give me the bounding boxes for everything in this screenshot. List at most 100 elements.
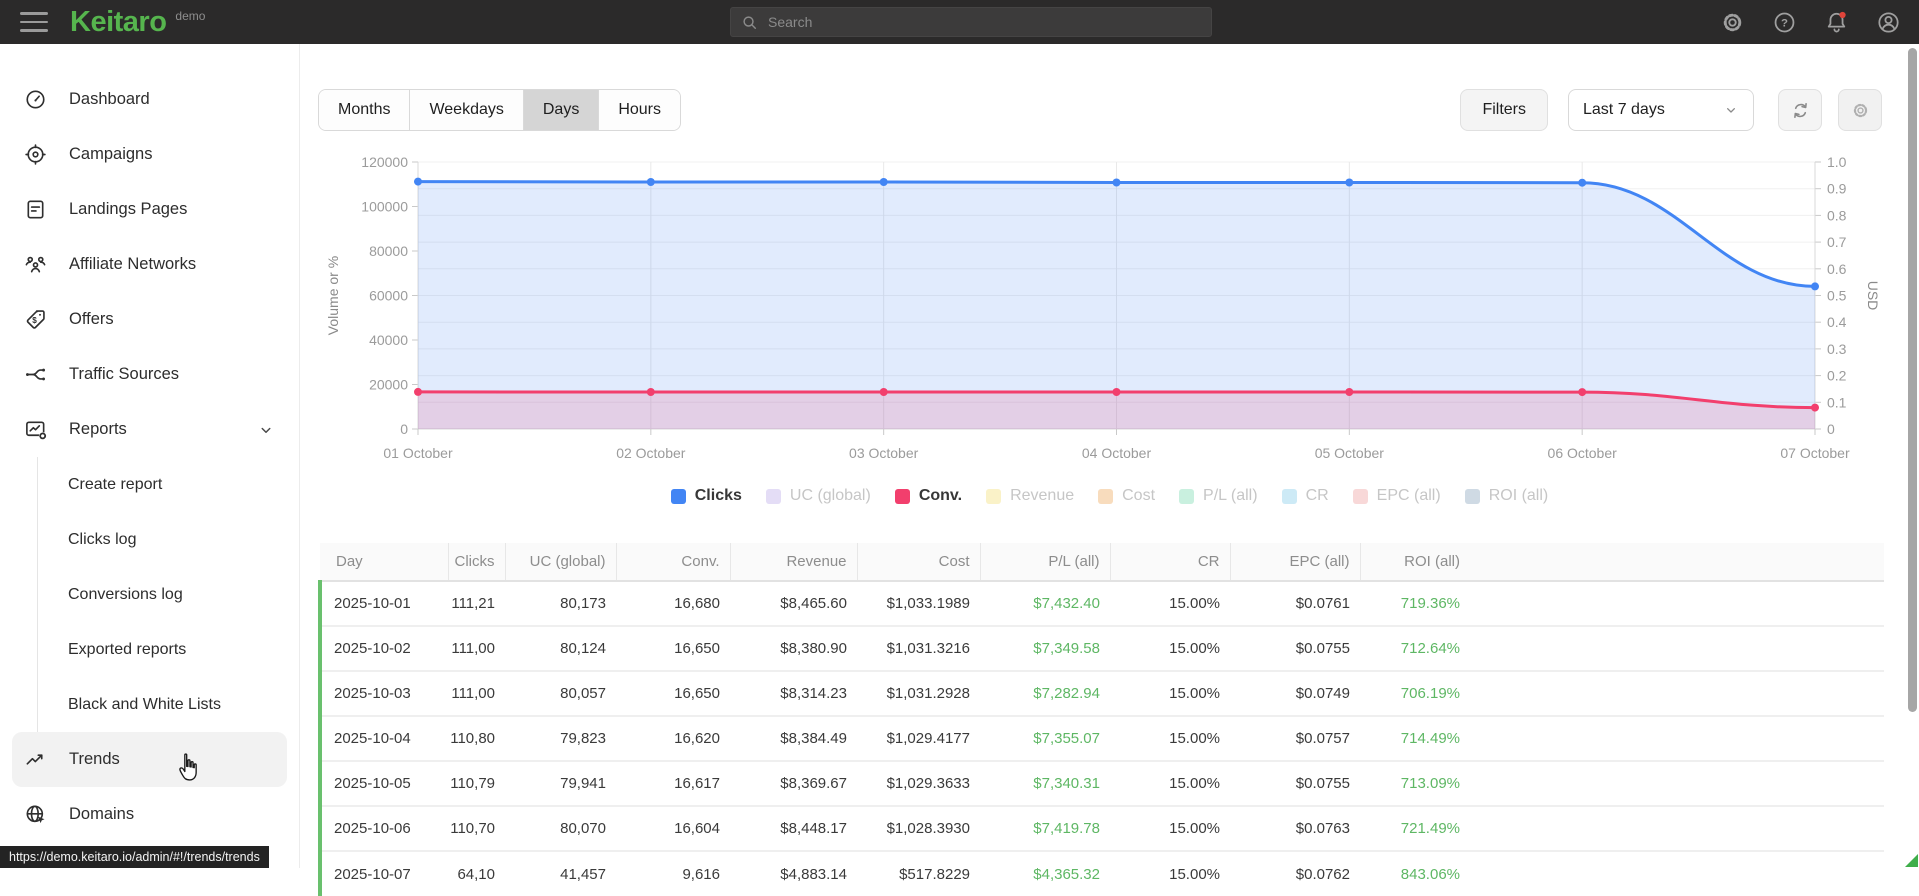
cell-revenue: $8,384.49 [780,730,847,747]
refresh-button[interactable] [1778,89,1822,131]
column-header-revenue[interactable]: Revenue [729,543,857,582]
chart-settings-button[interactable] [1838,89,1882,131]
legend-item-clicks[interactable]: Clicks [670,487,742,505]
settings-icon[interactable] [1720,10,1745,35]
trends-table-wrap: Day Clicks UC (global) Conv. Revenue Cost P/L … [318,543,1884,896]
legend-item-epc-all[interactable]: EPC (all) [1352,487,1441,505]
column-header-cost[interactable]: Cost [856,543,980,582]
cell-day: 2025-10-06 [318,806,448,851]
table-row[interactable]: 2025-10-07 64,10 41,457 9,616 $4,883.14 $517.… [318,851,1884,896]
legend-item-conv[interactable]: Conv. [894,487,962,505]
svg-text:01 October: 01 October [383,445,453,461]
svg-text:0: 0 [400,421,408,437]
table-row[interactable]: 2025-10-02 111,00 80,124 16,650 $8,380.90 $1,… [318,626,1884,671]
legend-label: P/L (all) [1203,487,1258,504]
app: { "topbar": { "brand": "Keitaro", "env":… [0,0,1919,896]
cell-conv: 16,650 [674,685,720,702]
sidebar-item-create-report[interactable]: Create report [0,457,299,512]
legend-item-revenue[interactable]: Revenue [986,487,1074,505]
cell-filler [1470,761,1884,806]
cell-conv: 9,616 [682,865,720,883]
cell-uc-global: 80,070 [560,820,606,837]
table-row[interactable]: 2025-10-04 110,80 79,823 16,620 $8,384.49 $1,… [318,716,1884,761]
table-row[interactable]: 2025-10-03 111,00 80,057 16,650 $8,314.23 $1,… [318,671,1884,716]
cell-roi-all: 714.49% [1400,730,1460,747]
sidebar-item-reports[interactable]: Reports [0,402,299,457]
cell-roi-all: 719.36% [1400,595,1460,612]
dashboard-icon [24,88,48,112]
cell-p-l-all: $7,432.40 [1033,595,1100,612]
svg-text:0.3: 0.3 [1827,341,1847,357]
sidebar-item-traffic-sources[interactable]: Traffic Sources [0,347,299,402]
help-icon[interactable]: ? [1772,10,1797,35]
cell-filler [1470,716,1884,761]
column-header-cr[interactable]: CR [1109,543,1230,582]
env-badge: demo [175,9,206,23]
tab-days[interactable]: Days [523,90,600,130]
filters-button[interactable]: Filters [1460,89,1548,131]
sidebar-item-label: Trends [69,750,120,768]
cell-epc-all: $0.0749 [1295,685,1350,702]
sidebar-item-exported-reports[interactable]: Exported reports [0,622,299,677]
cell-cr: 15.00% [1169,640,1220,657]
tab-months[interactable]: Months [319,90,411,130]
cell-uc-global: 80,057 [560,685,606,702]
column-header-conv[interactable]: Conv. [615,543,730,582]
trends-icon [24,748,48,772]
svg-text:05 October: 05 October [1315,445,1385,461]
reports-icon [24,418,48,442]
svg-text:0.8: 0.8 [1827,207,1847,223]
legend-swatch [1179,488,1195,504]
column-header-roi-all[interactable]: ROI (all) [1359,543,1470,582]
view-tabs: Months Weekdays Days Hours [318,89,682,131]
cell-conv: 16,604 [674,820,720,837]
legend-item-cr[interactable]: CR [1281,487,1329,505]
sidebar-item-label: Domains [69,805,135,823]
table-row[interactable]: 2025-10-06 110,70 80,070 16,604 $8,448.17 $1,… [318,806,1884,851]
cell-p-l-all: $7,419.78 [1033,820,1100,837]
column-header-epc-all[interactable]: EPC (all) [1229,543,1360,582]
sidebar-item-domains[interactable]: Domains [0,787,299,842]
search-input[interactable] [766,13,1202,31]
column-header-clicks[interactable]: Clicks [447,543,505,582]
sidebar-item-black-and-white-lists[interactable]: Black and White Lists [0,677,299,732]
legend-item-roi-all[interactable]: ROI (all) [1464,487,1549,505]
tab-hours[interactable]: Hours [599,90,681,130]
cell-cost: $1,029.3633 [886,775,970,792]
sidebar-item-label: Affiliate Networks [69,255,197,273]
column-header-uc-global[interactable]: UC (global) [504,543,616,582]
legend-item-p-l-all[interactable]: P/L (all) [1179,487,1258,505]
table-row[interactable]: 2025-10-05 110,79 79,941 16,617 $8,369.67 $1,… [318,761,1884,806]
svg-text:40000: 40000 [369,332,408,348]
sidebar-item-conversions-log[interactable]: Conversions log [0,567,299,622]
table-row[interactable]: 2025-10-01 111,21 80,173 16,680 $8,465.60 $1,… [318,581,1884,626]
legend-item-cost[interactable]: Cost [1098,487,1155,505]
topbar-actions: ? [1720,0,1901,44]
cell-day: 2025-10-04 [318,716,448,761]
cell-epc-all: $0.0761 [1295,595,1350,612]
legend-label: ROI (all) [1488,487,1549,504]
sidebar-item-affiliate-networks[interactable]: Affiliate Networks [0,237,299,292]
sidebar-item-clicks-log[interactable]: Clicks log [0,512,299,567]
notifications-icon[interactable] [1824,10,1849,35]
sidebar-item-campaigns[interactable]: Campaigns [0,127,299,182]
cell-roi-all: 721.49% [1400,820,1460,837]
legend-swatch [1352,488,1368,504]
sidebar-item-landings-pages[interactable]: Landings Pages [0,182,299,237]
cell-clicks: 110,80 [450,730,495,747]
tab-weekdays[interactable]: Weekdays [410,90,524,130]
page-scrollbar[interactable] [1908,48,1917,712]
date-range-select[interactable]: Last 7 days [1568,89,1754,131]
legend-item-uc-global[interactable]: UC (global) [765,487,871,505]
sidebar-item-dashboard[interactable]: Dashboard [0,72,299,127]
column-header-day[interactable]: Day [320,543,448,582]
svg-text:02 October: 02 October [616,445,686,461]
svg-text:0.6: 0.6 [1827,261,1847,277]
column-header-p-l-all[interactable]: P/L (all) [979,543,1110,582]
sidebar-item-offers[interactable]: $ Offers [0,292,299,347]
menu-icon[interactable] [20,12,48,32]
sidebar-item-trends[interactable]: Trends [12,732,287,787]
sidebar-item-label: Exported reports [68,640,187,658]
account-icon[interactable] [1876,10,1901,35]
svg-text:USD: USD [1865,281,1881,311]
